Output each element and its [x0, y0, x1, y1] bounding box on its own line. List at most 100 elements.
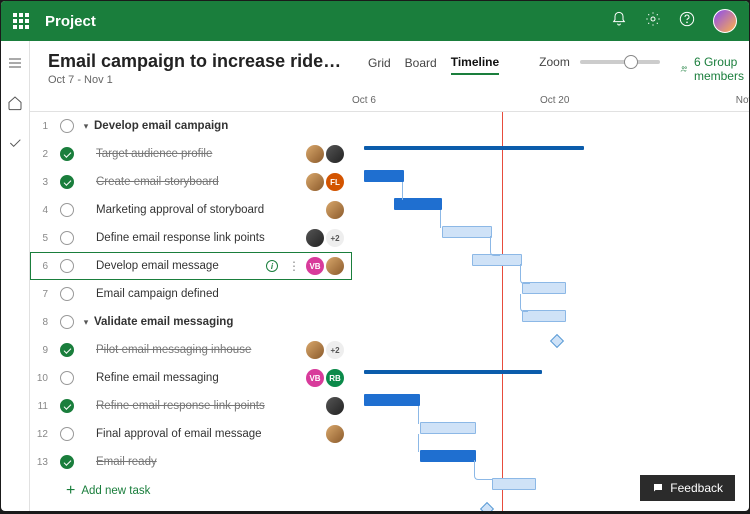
avatar — [306, 145, 324, 163]
complete-checkbox[interactable] — [60, 175, 74, 189]
avatar: VB — [306, 369, 324, 387]
info-icon[interactable]: i — [266, 260, 278, 272]
avatar: +2 — [326, 341, 344, 359]
top-bar: Project — [1, 1, 749, 41]
task-list: 1▾Develop email campaign2Target audience… — [30, 112, 352, 511]
task-row[interactable]: 2Target audience profile — [30, 140, 352, 168]
bell-icon[interactable] — [611, 11, 627, 32]
assignees[interactable]: VBRB — [306, 369, 352, 387]
task-name: Marketing approval of storyboard — [94, 204, 326, 216]
complete-checkbox[interactable] — [60, 231, 74, 245]
today-line — [502, 112, 503, 511]
avatar: RB — [326, 369, 344, 387]
add-task-button[interactable]: +Add new task — [30, 476, 352, 506]
task-row[interactable]: 10Refine email messagingVBRB — [30, 364, 352, 392]
app-name: Project — [45, 13, 611, 30]
view-board[interactable]: Board — [405, 56, 437, 74]
gantt-bar[interactable] — [522, 310, 566, 322]
complete-checkbox[interactable] — [60, 119, 74, 133]
gantt-milestone[interactable] — [480, 502, 494, 511]
complete-checkbox[interactable] — [60, 371, 74, 385]
assignees[interactable]: +2 — [306, 229, 352, 247]
user-avatar[interactable] — [713, 9, 737, 33]
task-row[interactable]: 4Marketing approval of storyboard — [30, 196, 352, 224]
task-row[interactable]: 8▾Validate email messaging — [30, 308, 352, 336]
gantt-milestone[interactable] — [550, 334, 564, 348]
task-name: Validate email messaging — [92, 316, 352, 328]
help-icon[interactable] — [679, 11, 695, 32]
gantt-bar-summary[interactable] — [364, 370, 542, 374]
avatar — [306, 341, 324, 359]
avatar: VB — [306, 257, 324, 275]
task-name: Develop email campaign — [92, 120, 352, 132]
plus-icon: + — [66, 482, 75, 500]
task-name: Pilot email messaging inhouse — [94, 344, 306, 356]
task-name: Refine email response link points — [94, 400, 326, 412]
avatar — [306, 229, 324, 247]
gantt-bar[interactable] — [420, 422, 476, 434]
complete-checkbox[interactable] — [60, 399, 74, 413]
view-timeline[interactable]: Timeline — [451, 55, 499, 75]
assignees[interactable]: +2 — [306, 341, 352, 359]
expand-icon[interactable]: ▾ — [80, 121, 92, 132]
task-row[interactable]: 7Email campaign defined — [30, 280, 352, 308]
task-row[interactable]: 13Email ready — [30, 448, 352, 476]
assignees[interactable]: FL — [306, 173, 352, 191]
view-switcher: Grid Board Timeline — [368, 55, 499, 75]
gear-icon[interactable] — [645, 11, 661, 32]
complete-checkbox[interactable] — [60, 427, 74, 441]
assignees[interactable] — [326, 397, 352, 415]
zoom-slider[interactable] — [580, 60, 660, 64]
task-name: Define email response link points — [94, 232, 306, 244]
assignees[interactable] — [326, 425, 352, 443]
task-row[interactable]: 5Define email response link points+2 — [30, 224, 352, 252]
task-name: Email campaign defined — [94, 288, 352, 300]
task-row[interactable]: 11Refine email response link points — [30, 392, 352, 420]
task-name: Create email storyboard — [94, 176, 306, 188]
task-name: Develop email message — [94, 260, 266, 272]
group-members-button[interactable]: 6 Group members — [680, 55, 749, 83]
complete-checkbox[interactable] — [60, 287, 74, 301]
task-row[interactable]: 1▾Develop email campaign — [30, 112, 352, 140]
more-icon[interactable]: ⋮ — [282, 259, 306, 273]
home-icon[interactable] — [1, 89, 29, 117]
assignees[interactable]: VB — [306, 257, 352, 275]
gantt-bar-summary[interactable] — [364, 146, 584, 150]
assignees[interactable] — [306, 145, 352, 163]
task-row[interactable]: 9Pilot email messaging inhouse+2 — [30, 336, 352, 364]
task-row[interactable]: 12Final approval of email message — [30, 420, 352, 448]
avatar: +2 — [326, 229, 344, 247]
date-range: Oct 7 - Nov 1 — [48, 74, 348, 86]
complete-checkbox[interactable] — [60, 343, 74, 357]
gantt-bar[interactable] — [364, 170, 404, 182]
task-name: Final approval of email message — [94, 428, 326, 440]
avatar — [326, 145, 344, 163]
avatar: FL — [326, 173, 344, 191]
gantt-bar[interactable] — [442, 226, 492, 238]
avatar — [326, 201, 344, 219]
task-name: Email ready — [94, 456, 352, 468]
expand-icon[interactable]: ▾ — [80, 317, 92, 328]
complete-checkbox[interactable] — [60, 315, 74, 329]
avatar — [326, 257, 344, 275]
project-title: Email campaign to increase rider's aware… — [48, 51, 348, 72]
complete-checkbox[interactable] — [60, 203, 74, 217]
task-name: Target audience profile — [94, 148, 306, 160]
gantt-bar[interactable] — [492, 478, 536, 490]
hamburger-icon[interactable] — [1, 49, 29, 77]
check-icon[interactable] — [1, 129, 29, 157]
assignees[interactable] — [326, 201, 352, 219]
feedback-button[interactable]: Feedback — [640, 475, 735, 501]
complete-checkbox[interactable] — [60, 455, 74, 469]
complete-checkbox[interactable] — [60, 259, 74, 273]
timescale: Oct 6 Oct 20 Nov 3 — [30, 90, 749, 112]
avatar — [326, 397, 344, 415]
avatar — [326, 425, 344, 443]
task-row[interactable]: 6Develop email messagei⋮VB — [30, 252, 352, 280]
complete-checkbox[interactable] — [60, 147, 74, 161]
gantt-bar[interactable] — [364, 394, 420, 406]
gantt-bar[interactable] — [420, 450, 476, 462]
task-row[interactable]: 3Create email storyboardFL — [30, 168, 352, 196]
app-launcher-icon[interactable] — [13, 13, 29, 29]
view-grid[interactable]: Grid — [368, 56, 391, 74]
